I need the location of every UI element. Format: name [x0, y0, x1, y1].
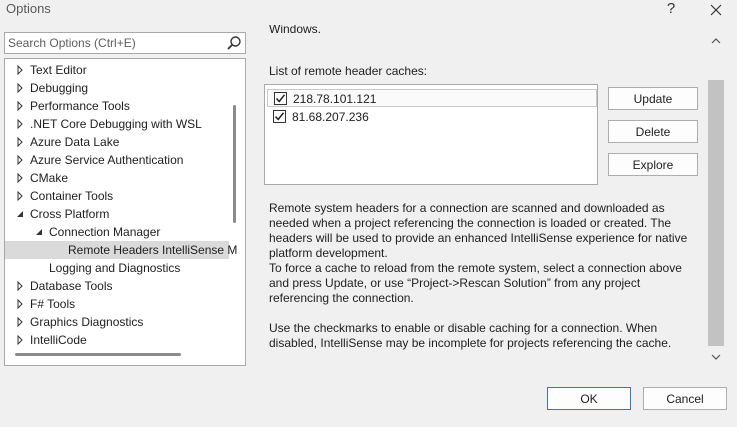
truncated-text: Windows.: [269, 25, 322, 33]
tree-item[interactable]: Text Editor: [5, 61, 229, 79]
checkmark-icon: [274, 112, 285, 121]
cache-address: 81.68.207.236: [292, 110, 369, 124]
list-caption: List of remote header caches:: [269, 64, 428, 78]
scroll-up-icon[interactable]: [710, 36, 722, 46]
tree-item[interactable]: Performance Tools: [5, 97, 229, 115]
tree-vertical-scrollbar[interactable]: [233, 105, 236, 223]
delete-button[interactable]: Delete: [608, 120, 698, 143]
collapsed-arrow-icon[interactable]: [15, 137, 25, 147]
tree-item[interactable]: Remote Headers IntelliSense M: [5, 241, 237, 259]
collapsed-arrow-icon[interactable]: [15, 65, 25, 75]
collapsed-arrow-icon[interactable]: [15, 119, 25, 129]
tree-item-label: Debugging: [30, 81, 89, 95]
expanded-arrow-icon[interactable]: [34, 227, 44, 237]
cache-row[interactable]: 81.68.207.236: [267, 108, 597, 126]
expanded-arrow-icon[interactable]: [15, 209, 25, 219]
collapsed-arrow-icon[interactable]: [15, 335, 25, 345]
collapsed-arrow-icon[interactable]: [15, 173, 25, 183]
description-paragraph: Use the checkmarks to enable or disable …: [269, 321, 672, 350]
tree-item-label: Cross Platform: [30, 207, 110, 221]
cache-checkbox[interactable]: [274, 92, 287, 105]
tree-item[interactable]: Logging and Diagnostics: [5, 259, 229, 277]
update-button[interactable]: Update: [608, 87, 698, 110]
tree-item-label: IntelliCode: [30, 333, 87, 347]
collapsed-arrow-icon[interactable]: [15, 281, 25, 291]
tree-item-label: Container Tools: [30, 189, 114, 203]
tree-item-label: Remote Headers IntelliSense M: [68, 243, 238, 257]
remote-header-cache-list[interactable]: 218.78.101.121 81.68.207.236: [264, 84, 598, 185]
tree-item-label: Azure Data Lake: [30, 135, 120, 149]
tree-item-label: Graphics Diagnostics: [30, 315, 144, 329]
window-title: Options: [6, 1, 51, 16]
help-button[interactable]: ?: [660, 0, 682, 20]
collapsed-arrow-icon[interactable]: [15, 155, 25, 165]
tree-item[interactable]: .NET Core Debugging with WSL: [5, 115, 229, 133]
tree-item[interactable]: Graphics Diagnostics: [5, 313, 229, 331]
tree-horizontal-scrollbar[interactable]: [15, 353, 181, 356]
search-icon[interactable]: [226, 35, 242, 51]
checkmark-icon: [275, 94, 286, 103]
tree-item[interactable]: Azure Data Lake: [5, 133, 229, 151]
collapsed-arrow-icon[interactable]: [15, 299, 25, 309]
explore-button[interactable]: Explore: [608, 153, 698, 176]
search-input[interactable]: [8, 35, 218, 51]
title-bar: Options ?: [0, 0, 737, 24]
panel-scrollbar-thumb[interactable]: [708, 80, 724, 346]
tree-item[interactable]: Debugging: [5, 79, 229, 97]
tree-item-label: Database Tools: [30, 279, 113, 293]
close-icon: [710, 4, 722, 16]
cache-row[interactable]: 218.78.101.121: [267, 89, 597, 107]
collapsed-arrow-icon[interactable]: [15, 317, 25, 327]
cache-checkbox[interactable]: [273, 110, 286, 123]
description-paragraph: To force a cache to reload from the remo…: [269, 261, 682, 305]
tree-item-label: Text Editor: [30, 63, 87, 77]
tree-item[interactable]: IntelliCode: [5, 331, 229, 349]
tree-item[interactable]: Cross Platform: [5, 205, 229, 223]
tree-item[interactable]: CMake: [5, 169, 229, 187]
tree-item[interactable]: Azure Service Authentication: [5, 151, 229, 169]
scroll-down-icon[interactable]: [710, 352, 722, 362]
tree-item-label: .NET Core Debugging with WSL: [30, 117, 202, 131]
ok-button[interactable]: OK: [547, 387, 631, 410]
tree-item-label: Performance Tools: [30, 99, 130, 113]
cancel-button[interactable]: Cancel: [643, 387, 727, 410]
description-paragraph: Remote system headers for a connection a…: [269, 201, 688, 260]
collapsed-arrow-icon[interactable]: [15, 83, 25, 93]
tree-item-label: Connection Manager: [49, 225, 161, 239]
collapsed-arrow-icon[interactable]: [15, 101, 25, 111]
tree-item-label: CMake: [30, 171, 69, 185]
tree-item[interactable]: Connection Manager: [5, 223, 229, 241]
close-button[interactable]: [705, 0, 727, 20]
tree-item-label: Logging and Diagnostics: [49, 261, 181, 275]
search-box: [4, 32, 246, 54]
tree-item-label: F# Tools: [30, 297, 76, 311]
options-tree[interactable]: IntelliCode Graphics Diagnostics F# Tools D…: [4, 58, 246, 366]
tree-item[interactable]: Database Tools: [5, 277, 229, 295]
tree-item[interactable]: F# Tools: [5, 295, 229, 313]
collapsed-arrow-icon[interactable]: [15, 191, 25, 201]
tree-item-label: Azure Service Authentication: [30, 153, 184, 167]
cache-address: 218.78.101.121: [293, 92, 377, 106]
tree-item[interactable]: Container Tools: [5, 187, 229, 205]
